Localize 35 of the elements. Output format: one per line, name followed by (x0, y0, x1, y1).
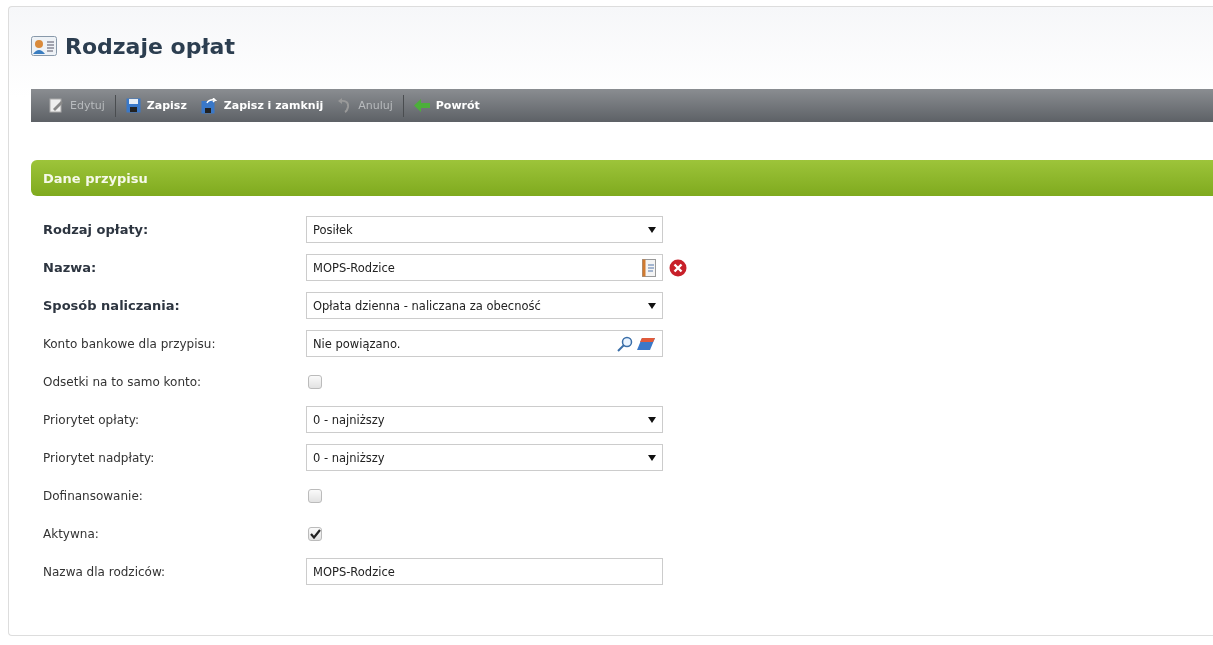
input-field[interactable]: Nie powiązano. (306, 330, 663, 357)
save-button[interactable]: Zapisz (121, 92, 191, 119)
field-label: Priorytet nadpłaty: (43, 450, 156, 465)
checkbox[interactable] (308, 488, 322, 503)
select-field[interactable]: 0 - najniższy (306, 406, 663, 433)
left-arrow-icon (413, 99, 430, 112)
field-label: Priorytet opłaty: (43, 412, 140, 427)
field-label: Nazwa dla rodziców: (43, 564, 167, 579)
eraser-icon[interactable] (636, 336, 656, 351)
input-field[interactable]: MOPS-Rodzice (306, 254, 663, 281)
field-label: Dofinansowanie: (43, 488, 144, 503)
select-field[interactable]: Opłata dzienna - naliczana za obecność (306, 292, 663, 319)
clear-icon[interactable] (669, 258, 687, 277)
caret-icon (648, 302, 656, 309)
checkbox[interactable] (308, 526, 322, 541)
field-label: Nazwa: (43, 260, 98, 275)
field-label: Konto bankowe dla przypisu: (43, 336, 217, 351)
contact-card-icon (31, 34, 57, 58)
edit-document-icon (49, 98, 64, 113)
select-field[interactable]: Posiłek (306, 216, 663, 243)
caret-icon (648, 416, 656, 423)
page-title: Rodzaje opłat (65, 33, 235, 59)
field-label: Rodzaj opłaty: (43, 222, 150, 237)
input-field[interactable]: MOPS-Rodzice (306, 558, 663, 585)
field-label: Aktywna: (43, 526, 100, 541)
caret-icon (648, 226, 656, 233)
back-button[interactable]: Powrót (409, 92, 484, 119)
select-field[interactable]: 0 - najniższy (306, 444, 663, 471)
search-icon[interactable] (617, 335, 633, 352)
field-label: Sposób naliczania: (43, 298, 181, 313)
field-label: Odsetki na to samo konto: (43, 374, 203, 389)
caret-icon (648, 454, 656, 461)
notebook-icon[interactable] (642, 258, 656, 277)
section-title: Dane przypisu (43, 170, 148, 186)
checkbox[interactable] (308, 374, 322, 389)
